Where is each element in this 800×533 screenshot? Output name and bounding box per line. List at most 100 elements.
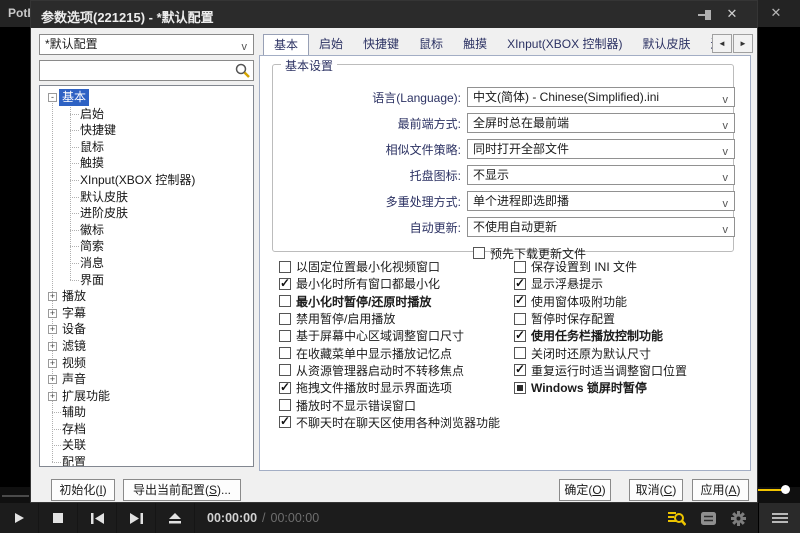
checkbox-最小化时暂停/还原时播放[interactable]: 最小化时暂停/还原时播放	[279, 293, 500, 310]
tab-基本[interactable]: 基本	[263, 34, 309, 56]
tab-XInput(XBOX 控制器)[interactable]: XInput(XBOX 控制器)	[497, 34, 632, 55]
tree-item-播放[interactable]: +播放	[40, 288, 253, 305]
tree-item-基本[interactable]: -基本	[40, 89, 253, 106]
search-input[interactable]	[42, 62, 232, 79]
control-panel-button[interactable]	[699, 510, 717, 526]
checkbox-box[interactable]	[279, 313, 291, 325]
tree-item-关联[interactable]: 关联	[40, 437, 253, 454]
checkbox-box[interactable]: ✓	[279, 278, 291, 290]
export-config-button[interactable]: 导出当前配置(S)...	[123, 479, 241, 501]
checkbox-box[interactable]	[279, 399, 291, 411]
volume-knob[interactable]	[781, 485, 790, 494]
tree-item-界面[interactable]: 界面	[40, 272, 253, 289]
checkbox-box[interactable]	[514, 261, 526, 273]
play-button[interactable]	[0, 503, 39, 533]
checkbox-box[interactable]	[279, 330, 291, 342]
tab-进阶皮肤[interactable]: 进阶皮肤	[700, 34, 712, 55]
expand-icon[interactable]: +	[48, 325, 57, 334]
previous-button[interactable]	[78, 503, 117, 533]
tree-item-声音[interactable]: +声音	[40, 371, 253, 388]
tab-scroll-right-button[interactable]: ►	[733, 34, 753, 53]
checkbox-以固定位置最小化视频窗口[interactable]: 以固定位置最小化视频窗口	[279, 258, 500, 275]
tree-item-设备[interactable]: +设备	[40, 321, 253, 338]
dialog-close-icon[interactable]: ✕	[723, 6, 741, 22]
checkbox-重复运行时适当调整窗口位置[interactable]: ✓重复运行时适当调整窗口位置	[514, 362, 687, 379]
eject-button[interactable]	[156, 503, 195, 533]
tree-item-存档[interactable]: 存档	[40, 421, 253, 438]
field-select[interactable]: 全屏时总在最前端v	[467, 113, 735, 133]
seekbar-track[interactable]	[2, 495, 29, 497]
menu-icon[interactable]	[772, 511, 788, 525]
tree-item-XInput(XBOX 控制器)[interactable]: XInput(XBOX 控制器)	[40, 172, 253, 189]
checkbox-box[interactable]	[514, 313, 526, 325]
pin-icon[interactable]	[697, 8, 713, 22]
tab-触摸[interactable]: 触摸	[453, 34, 497, 55]
tree-item-启始[interactable]: 启始	[40, 106, 253, 123]
expand-icon[interactable]: +	[48, 292, 57, 301]
stop-button[interactable]	[39, 503, 78, 533]
tab-scroll-left-button[interactable]: ◄	[712, 34, 732, 53]
checkbox-暂停时保存配置[interactable]: 暂停时保存配置	[514, 310, 687, 327]
tab-快捷键[interactable]: 快捷键	[353, 34, 409, 55]
checkbox-box[interactable]: ✓	[514, 364, 526, 376]
tree-item-消息[interactable]: 消息	[40, 255, 253, 272]
field-select[interactable]: 不显示v	[467, 165, 735, 185]
tree-item-辅助[interactable]: 辅助	[40, 404, 253, 421]
checkbox-播放时不显示错误窗口[interactable]: 播放时不显示错误窗口	[279, 396, 500, 413]
tree-item-鼠标[interactable]: 鼠标	[40, 139, 253, 156]
checkbox-不聊天时在聊天区使用各种浏览器功能[interactable]: ✓不聊天时在聊天区使用各种浏览器功能	[279, 414, 500, 431]
checkbox-在收藏菜单中显示播放记忆点[interactable]: 在收藏菜单中显示播放记忆点	[279, 344, 500, 361]
initialize-button[interactable]: 初始化(I)	[51, 479, 115, 501]
checkbox-box[interactable]: ✓	[514, 330, 526, 342]
tree-item-简索[interactable]: 简索	[40, 238, 253, 255]
field-select[interactable]: 同时打开全部文件v	[467, 139, 735, 159]
field-select[interactable]: 单个进程即选即播v	[467, 191, 735, 211]
checkbox-box[interactable]	[279, 295, 291, 307]
expand-icon[interactable]: +	[48, 375, 57, 384]
collapse-icon[interactable]: -	[48, 93, 57, 102]
checkbox-拖拽文件播放时显示界面选项[interactable]: ✓拖拽文件播放时显示界面选项	[279, 379, 500, 396]
checkbox-Windows 锁屏时暂停[interactable]: Windows 锁屏时暂停	[514, 379, 687, 396]
checkbox-box[interactable]	[279, 347, 291, 359]
profile-select[interactable]: *默认配置 v	[39, 34, 254, 55]
tree-item-徽标[interactable]: 徽标	[40, 222, 253, 239]
tree-item-字幕[interactable]: +字幕	[40, 305, 253, 322]
checkbox-从资源管理器启动时不转移焦点[interactable]: 从资源管理器启动时不转移焦点	[279, 362, 500, 379]
field-select[interactable]: 不使用自动更新v	[467, 217, 735, 237]
checkbox-box[interactable]: ✓	[279, 416, 291, 428]
checkbox-使用任务栏播放控制功能[interactable]: ✓使用任务栏播放控制功能	[514, 327, 687, 344]
checkbox-box[interactable]	[514, 347, 526, 359]
checkbox-box[interactable]	[279, 364, 291, 376]
checkbox-box[interactable]: ✓	[279, 382, 291, 394]
next-button[interactable]	[117, 503, 156, 533]
checkbox-显示浮悬提示[interactable]: ✓显示浮悬提示	[514, 275, 687, 292]
tab-默认皮肤[interactable]: 默认皮肤	[632, 34, 700, 55]
expand-icon[interactable]: +	[48, 392, 57, 401]
tree-item-扩展功能[interactable]: +扩展功能	[40, 388, 253, 405]
expand-icon[interactable]: +	[48, 309, 57, 318]
tree-item-快捷键[interactable]: 快捷键	[40, 122, 253, 139]
checkbox-使用窗体吸附功能[interactable]: ✓使用窗体吸附功能	[514, 293, 687, 310]
main-close-icon[interactable]: ✕	[766, 5, 786, 21]
tree-item-触摸[interactable]: 触摸	[40, 155, 253, 172]
playlist-search-button[interactable]	[668, 510, 686, 526]
tree-item-默认皮肤[interactable]: 默认皮肤	[40, 189, 253, 206]
cancel-button[interactable]: 取消(C)	[629, 479, 683, 501]
field-select[interactable]: 中文(简体) - Chinese(Simplified).iniv	[467, 87, 735, 107]
ok-button[interactable]: 确定(O)	[559, 479, 611, 501]
checkbox-最小化时所有窗口都最小化[interactable]: ✓最小化时所有窗口都最小化	[279, 275, 500, 292]
checkbox-box[interactable]	[279, 261, 291, 273]
tree-item-配置[interactable]: 配置	[40, 454, 253, 467]
tree-item-进阶皮肤[interactable]: 进阶皮肤	[40, 205, 253, 222]
checkbox-禁用暂停/启用播放[interactable]: 禁用暂停/启用播放	[279, 310, 500, 327]
checkbox-box[interactable]: ✓	[514, 295, 526, 307]
checkbox-box[interactable]: ✓	[514, 278, 526, 290]
tab-启始[interactable]: 启始	[309, 34, 353, 55]
checkbox-box[interactable]	[514, 382, 526, 394]
checkbox-保存设置到 INI 文件[interactable]: 保存设置到 INI 文件	[514, 258, 687, 275]
apply-button[interactable]: 应用(A)	[692, 479, 749, 501]
tab-鼠标[interactable]: 鼠标	[409, 34, 453, 55]
checkbox-关闭时还原为默认尺寸[interactable]: 关闭时还原为默认尺寸	[514, 344, 687, 361]
tree-item-滤镜[interactable]: +滤镜	[40, 338, 253, 355]
expand-icon[interactable]: +	[48, 359, 57, 368]
